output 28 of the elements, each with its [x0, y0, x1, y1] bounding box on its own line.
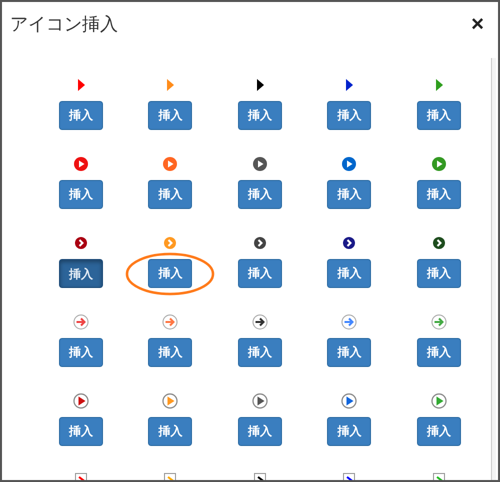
scrollbar-track[interactable]: [491, 58, 496, 480]
insert-button[interactable]: 挿入: [238, 338, 282, 367]
insert-button[interactable]: 挿入: [327, 417, 372, 446]
insert-button[interactable]: 挿入: [327, 338, 372, 367]
insert-button[interactable]: 挿入: [238, 259, 282, 288]
insert-button[interactable]: 挿入: [58, 259, 103, 288]
insert-button[interactable]: 挿入: [327, 259, 372, 288]
insert-button[interactable]: 挿入: [148, 417, 192, 446]
insert-button[interactable]: 挿入: [416, 338, 461, 367]
insert-button[interactable]: 挿入: [58, 338, 103, 367]
insert-button[interactable]: 挿入: [416, 259, 461, 288]
insert-button[interactable]: 挿入: [416, 101, 461, 130]
insert-button[interactable]: 挿入: [238, 417, 282, 446]
insert-button[interactable]: 挿入: [58, 101, 103, 130]
insert-button[interactable]: 挿入: [148, 259, 192, 288]
insert-button[interactable]: 挿入: [238, 180, 282, 209]
insert-button[interactable]: 挿入: [238, 101, 282, 130]
insert-button[interactable]: 挿入: [148, 180, 192, 209]
insert-button[interactable]: 挿入: [58, 417, 103, 446]
insert-button[interactable]: 挿入: [148, 338, 192, 367]
insert-button[interactable]: 挿入: [148, 101, 192, 130]
insert-button[interactable]: 挿入: [58, 180, 103, 209]
insert-button[interactable]: 挿入: [327, 101, 372, 130]
insert-button[interactable]: 挿入: [416, 180, 461, 209]
close-button[interactable]: ×: [467, 13, 488, 35]
insert-button[interactable]: 挿入: [416, 417, 461, 446]
dialog-title: アイコン挿入: [10, 13, 118, 36]
insert-button[interactable]: 挿入: [327, 180, 372, 209]
